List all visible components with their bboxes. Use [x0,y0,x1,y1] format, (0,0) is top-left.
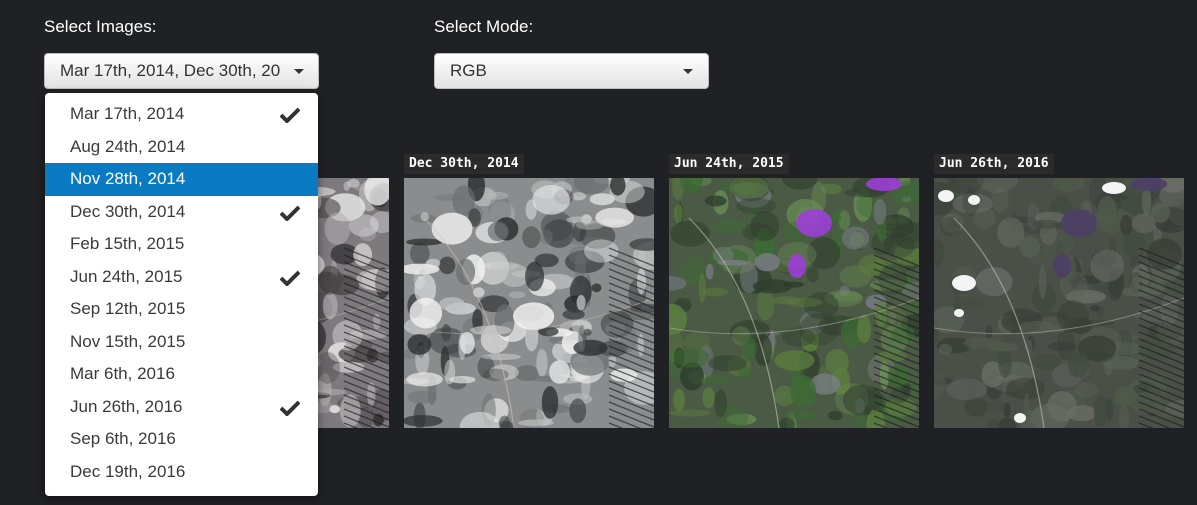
dropdown-option-label: Jun 24th, 2015 [70,266,183,286]
dropdown-option[interactable]: Feb 15th, 2015 [45,228,318,261]
checkmark-icon [280,391,300,416]
chevron-down-icon [294,69,304,74]
dropdown-option[interactable]: Dec 19th, 2016 [45,456,318,489]
dropdown-option-label: Mar 6th, 2016 [70,364,175,383]
dropdown-option-label: Feb 15th, 2015 [70,234,185,253]
dropdown-option[interactable]: Aug 24th, 2014 [45,131,318,164]
dropdown-option[interactable]: Jun 26th, 2016 [45,391,318,424]
select-mode-value: RGB [450,61,487,80]
checkmark-icon [280,196,300,221]
select-images-label: Select Images: [44,17,157,36]
dropdown-option[interactable]: Sep 6th, 2016 [45,423,318,456]
satellite-image[interactable] [404,178,654,428]
image-date-label: Dec 30th, 2014 [404,154,524,174]
checkmark-icon [280,261,300,286]
select-mode-dropdown[interactable]: RGB [434,53,709,89]
select-images-menu: Mar 17th, 2014 Aug 24th, 2014 Nov 28th, 20… [45,93,318,496]
dropdown-option-label: Dec 30th, 2014 [70,201,186,221]
dropdown-option[interactable]: Nov 15th, 2015 [45,326,318,359]
dropdown-option-label: Dec 19th, 2016 [70,461,186,481]
select-images-dropdown[interactable]: Mar 17th, 2014, Dec 30th, 20 [44,53,319,89]
dropdown-option[interactable]: Jun 24th, 2015 [45,261,318,294]
dropdown-option-label: Nov 28th, 2014 [70,169,186,188]
dropdown-option-label: Jun 26th, 2016 [70,396,183,416]
dropdown-option-label: Sep 6th, 2016 [70,429,176,448]
dropdown-option[interactable]: Mar 17th, 2014 [45,98,318,131]
dropdown-option-label: Sep 12th, 2015 [70,299,186,318]
dropdown-option[interactable]: Mar 6th, 2016 [45,358,318,391]
chevron-down-icon [683,69,693,74]
dropdown-option-label: Mar 17th, 2014 [70,104,185,123]
select-mode-label: Select Mode: [434,17,534,36]
dropdown-option[interactable]: Nov 28th, 2014 [45,163,318,196]
image-date-label: Jun 24th, 2015 [669,154,789,174]
dropdown-option[interactable]: Dec 30th, 2014 [45,196,318,229]
select-images-value: Mar 17th, 2014, Dec 30th, 20 [60,61,281,80]
dropdown-option-label: Nov 15th, 2015 [70,331,186,351]
dropdown-option-label: Aug 24th, 2014 [70,136,186,156]
checkmark-icon [280,98,300,123]
dropdown-option[interactable]: Sep 12th, 2015 [45,293,318,326]
image-date-label: Jun 26th, 2016 [934,154,1054,174]
satellite-image[interactable] [934,178,1184,428]
satellite-image[interactable] [669,178,919,428]
